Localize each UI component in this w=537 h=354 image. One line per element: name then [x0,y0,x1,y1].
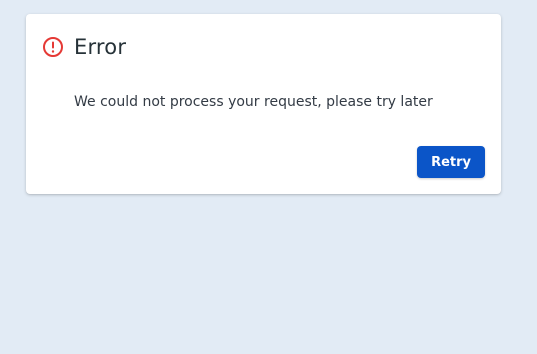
error-icon [42,36,64,58]
dialog-title: Error [74,35,127,59]
dialog-header: Error [42,32,126,62]
page-background: Error We could not process your request,… [0,0,537,354]
error-message: We could not process your request, pleas… [74,94,433,110]
retry-button[interactable]: Retry [417,146,485,178]
error-dialog: Error We could not process your request,… [26,14,501,194]
